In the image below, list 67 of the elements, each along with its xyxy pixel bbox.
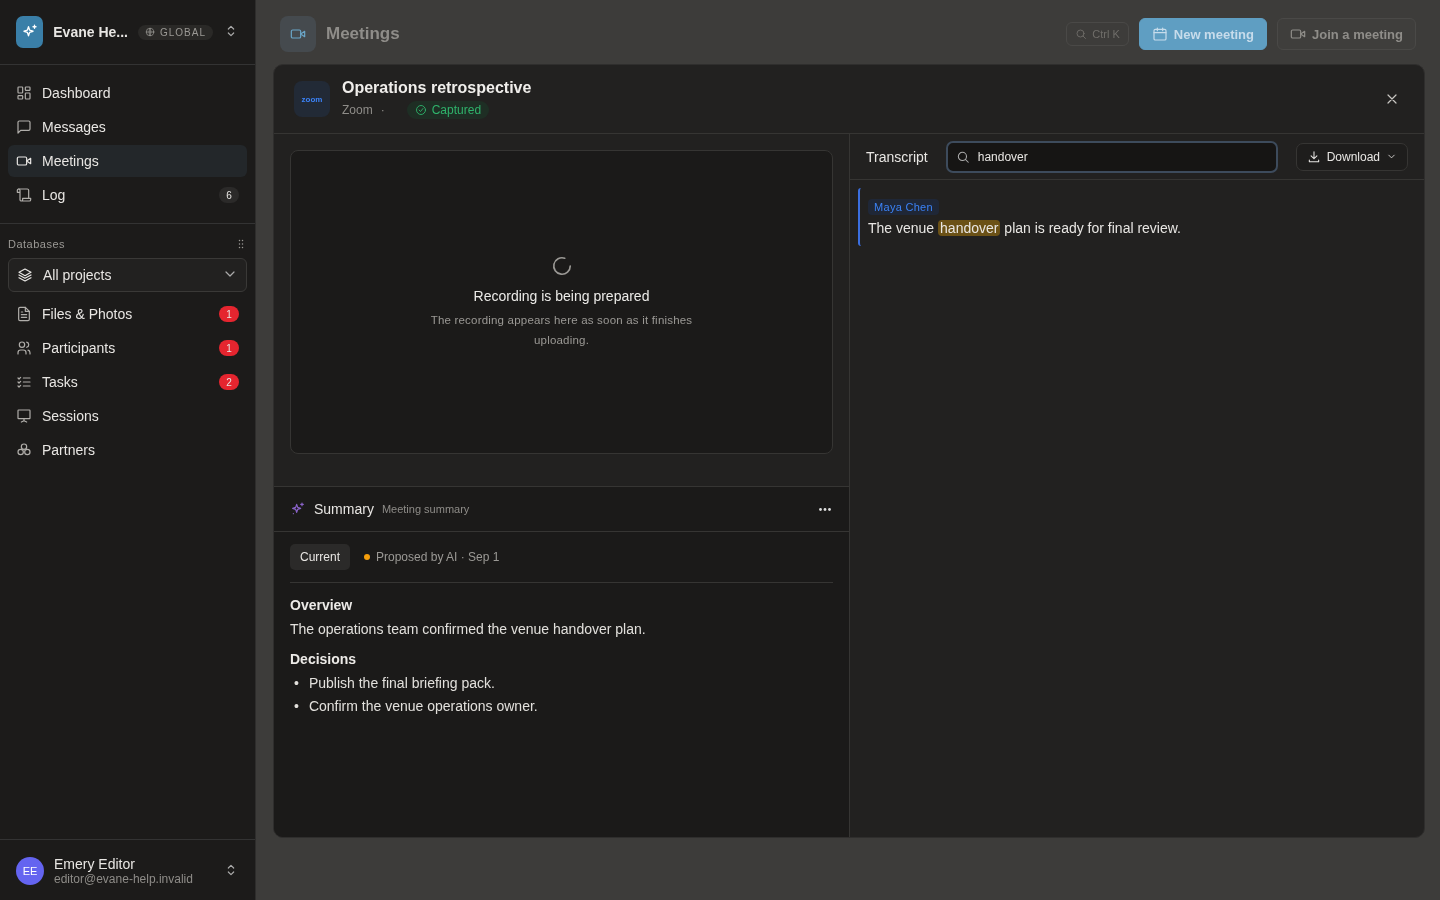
transcript-search-field[interactable]: handover	[945, 140, 1278, 173]
video-camera-icon	[1289, 26, 1306, 42]
count-badge: 6	[219, 187, 239, 203]
sparkle-icon	[290, 501, 306, 517]
layers-icon	[17, 267, 33, 283]
bullet-marker: •	[294, 675, 299, 691]
download-button[interactable]: Download	[1295, 142, 1408, 171]
more-icon	[819, 507, 831, 511]
nav-item[interactable]: Log 6	[8, 179, 247, 211]
summary-title: Summary	[314, 501, 374, 517]
user-avatar: EE	[16, 857, 44, 885]
recording-title: Recording is being prepared	[473, 287, 650, 304]
user-name: Emery Editor	[54, 856, 136, 872]
nav-item[interactable]: Dashboard	[8, 77, 247, 109]
nav-item[interactable]: Files & Photos 1	[8, 298, 247, 330]
count-badge: 2	[219, 374, 239, 390]
dialog-title: Operations retrospective	[342, 79, 532, 97]
platform-label: Zoom	[342, 103, 373, 117]
status-dot	[364, 554, 370, 560]
users-icon	[16, 340, 32, 356]
scroll-icon	[16, 187, 32, 203]
chat-icon	[16, 119, 32, 135]
section-heading: Decisions	[290, 651, 358, 667]
download-icon	[1306, 149, 1321, 164]
workspace-name: Evane He...	[53, 24, 128, 40]
count-badge: 1	[219, 306, 239, 322]
video-camera-icon	[16, 153, 32, 169]
version-tab[interactable]: Current	[290, 544, 350, 570]
grid-icon	[16, 85, 32, 101]
nav-item[interactable]: Partners	[8, 434, 247, 466]
video-camera-icon	[290, 26, 306, 42]
bullet-item: Publish the final briefing pack.	[308, 675, 495, 691]
more-options-button[interactable]	[817, 505, 833, 513]
section-heading: Overview	[290, 597, 354, 613]
count-badge: 1	[219, 340, 239, 356]
proposal-label: Proposed by AI · Sep 1	[376, 550, 500, 564]
check-circle-icon	[414, 104, 427, 116]
separator-dot: ·	[380, 103, 385, 117]
search-icon	[1075, 28, 1088, 40]
bullet-marker: •	[294, 698, 299, 714]
bullet-item: Confirm the venue operations owner.	[308, 698, 538, 714]
section-label: Databases	[8, 238, 66, 250]
project-select[interactable]: All projects	[8, 258, 247, 292]
presentation-icon	[16, 408, 32, 424]
nav-item[interactable]: Meetings	[8, 145, 247, 177]
speaker-label: Maya Chen	[868, 199, 939, 215]
summary-text: The operations team confirmed the venue handover plan.	[290, 621, 647, 637]
summary-subtitle: Meeting summary	[381, 503, 470, 515]
search-icon	[955, 149, 970, 164]
nav-item[interactable]: Messages	[8, 111, 247, 143]
loading-spinner-icon	[550, 254, 573, 277]
transcript-text: The venue handover plan is ready for final review.	[868, 220, 1182, 236]
status-badge: Captured	[406, 101, 490, 119]
document-icon	[16, 306, 32, 322]
zoom-logo: zoom	[294, 81, 330, 117]
nav-item[interactable]: Participants 1	[8, 332, 247, 364]
transcript-title: Transcript	[866, 148, 928, 165]
nav-item[interactable]: Tasks 2	[8, 366, 247, 398]
page-title: Meetings	[326, 24, 400, 44]
calendar-icon	[1151, 26, 1168, 42]
recording-text: The recording appears here as soon as it finishes uploading.	[429, 312, 694, 348]
globe-icon	[144, 27, 155, 37]
checklist-icon	[16, 374, 32, 390]
boxes-icon	[16, 442, 32, 458]
nav-item[interactable]: Sessions	[8, 400, 247, 432]
scope-badge: GLOBAL	[137, 24, 213, 40]
user-email: editor@evane-help.invalid	[54, 872, 193, 886]
